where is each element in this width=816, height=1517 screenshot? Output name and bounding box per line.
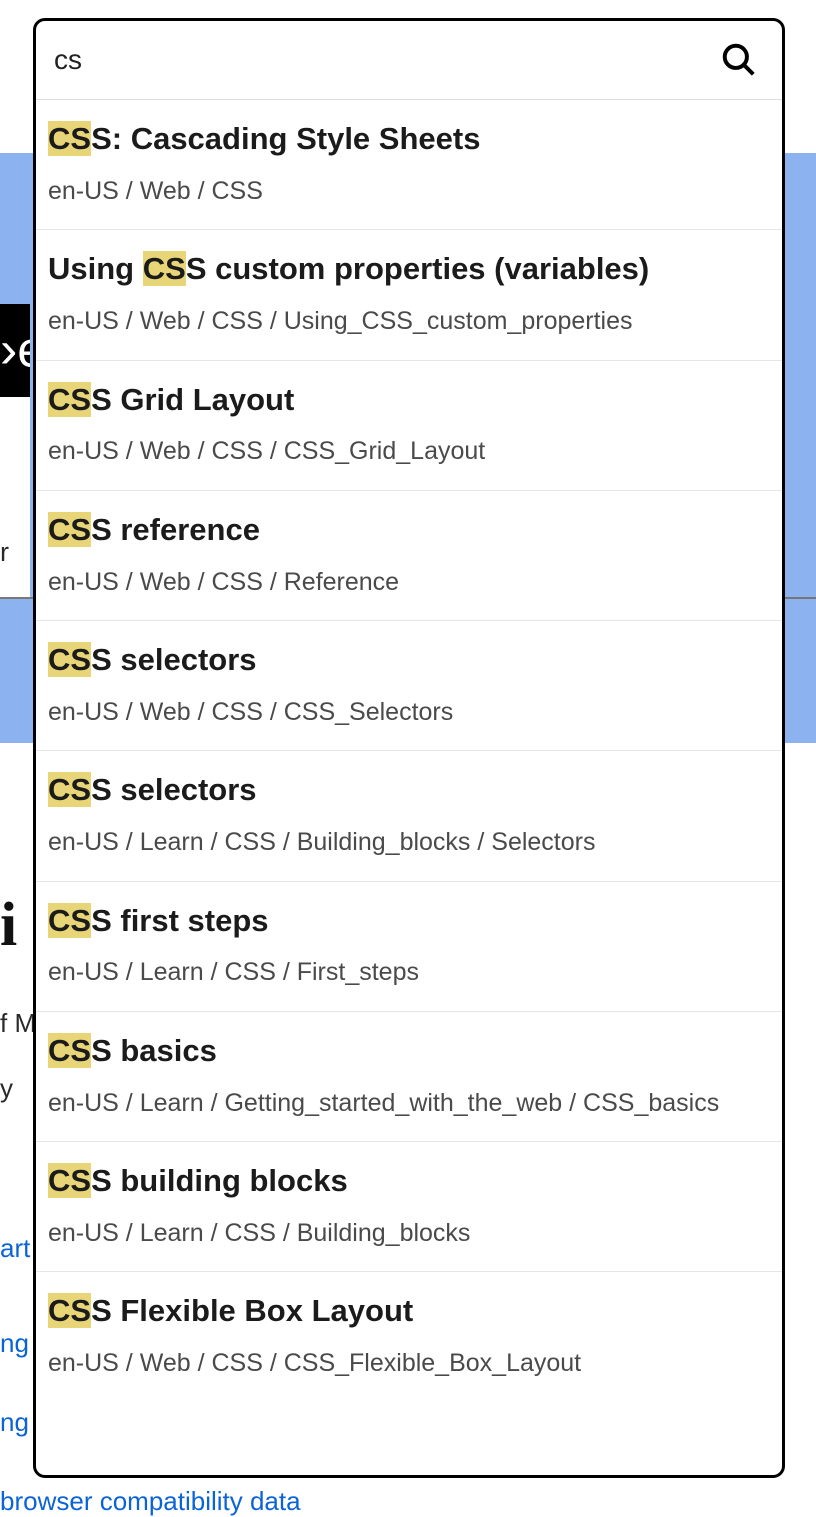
search-result-path: en-US / Learn / CSS / Building_blocks	[48, 1217, 770, 1250]
search-result-item[interactable]: CSS selectors en-US / Web / CSS / CSS_Sel…	[36, 621, 782, 751]
search-result-title-suffix: S basics	[91, 1033, 217, 1068]
search-button[interactable]	[718, 39, 760, 81]
search-result-title-suffix: S custom properties (variables)	[186, 251, 649, 286]
search-result-title-suffix: S selectors	[91, 642, 256, 677]
search-result-highlight: CS	[48, 903, 91, 938]
search-result-title: CSS selectors	[48, 771, 770, 810]
search-result-highlight: CS	[48, 642, 91, 677]
search-result-highlight: CS	[48, 1293, 91, 1328]
bg-link-art[interactable]: art	[0, 1233, 33, 1264]
search-result-title: CSS basics	[48, 1032, 770, 1071]
search-input[interactable]	[54, 44, 718, 76]
search-result-path: en-US / Learn / CSS / Building_blocks / …	[48, 826, 770, 859]
search-results-list: CSS: Cascading Style Sheetsen-US / Web /…	[36, 100, 782, 1475]
search-bar	[36, 21, 782, 100]
search-result-title: CSS selectors	[48, 641, 770, 680]
bg-link-ng1[interactable]: ng	[0, 1328, 33, 1359]
search-result-item[interactable]: CSS basics en-US / Learn / Getting_starte…	[36, 1012, 782, 1142]
search-result-item[interactable]: Using CSS custom properties (variables) e…	[36, 230, 782, 360]
search-result-title-prefix: Using	[48, 251, 143, 286]
search-result-title: CSS Flexible Box Layout	[48, 1292, 770, 1331]
search-result-path: en-US / Web / CSS / Using_CSS_custom_pro…	[48, 305, 770, 338]
search-result-title: CSS building blocks	[48, 1162, 770, 1201]
search-result-path: en-US / Learn / Getting_started_with_the…	[48, 1087, 770, 1120]
bg-link-browser[interactable]: browser compatibility data	[0, 1486, 301, 1517]
search-result-title-suffix: S: Cascading Style Sheets	[91, 121, 480, 156]
search-result-path: en-US / Web / CSS / CSS_Flexible_Box_Lay…	[48, 1347, 770, 1380]
bg-text-r: r	[0, 537, 33, 568]
search-result-item[interactable]: CSS Flexible Box Layout en-US / Web / CSS…	[36, 1272, 782, 1401]
search-result-title-suffix: S reference	[91, 512, 260, 547]
search-result-title: CSS: Cascading Style Sheets	[48, 120, 770, 159]
search-result-title: CSS first steps	[48, 902, 770, 941]
bg-link-ng2[interactable]: ng	[0, 1407, 33, 1438]
search-result-item[interactable]: CSS: Cascading Style Sheets en-US / Web /…	[36, 100, 782, 230]
bg-heading-fragment: i	[0, 890, 33, 961]
bg-text-y: y	[0, 1073, 33, 1104]
search-result-title-suffix: S first steps	[91, 903, 268, 938]
search-result-highlight: CS	[48, 1033, 91, 1068]
search-result-path: en-US / Web / CSS / CSS_Selectors	[48, 696, 770, 729]
search-result-highlight: CS	[48, 1163, 91, 1198]
bg-logo-fragment: ›ϵ	[0, 304, 30, 397]
search-result-title: CSS Grid Layout	[48, 381, 770, 420]
search-result-path: en-US / Learn / CSS / First_steps	[48, 956, 770, 989]
search-result-title-suffix: S Grid Layout	[91, 382, 294, 417]
search-dropdown-panel: CSS: Cascading Style Sheetsen-US / Web /…	[33, 18, 785, 1478]
search-result-title-suffix: S building blocks	[91, 1163, 348, 1198]
search-result-item[interactable]: CSS first steps en-US / Learn / CSS / Fir…	[36, 882, 782, 1012]
search-result-highlight: CS	[48, 772, 91, 807]
search-result-path: en-US / Web / CSS	[48, 175, 770, 208]
search-result-title: Using CSS custom properties (variables)	[48, 250, 770, 289]
search-icon	[720, 41, 758, 79]
search-result-highlight: CS	[48, 121, 91, 156]
search-result-title-suffix: S Flexible Box Layout	[91, 1293, 413, 1328]
search-result-highlight: CS	[143, 251, 186, 286]
search-result-item[interactable]: CSS selectors en-US / Learn / CSS / Build…	[36, 751, 782, 881]
search-result-title-suffix: S selectors	[91, 772, 256, 807]
search-result-highlight: CS	[48, 382, 91, 417]
search-result-item[interactable]: CSS building blocks en-US / Learn / CSS /…	[36, 1142, 782, 1272]
bg-text-f: f M	[0, 1008, 33, 1039]
search-result-item[interactable]: CSS reference en-US / Web / CSS / Referen…	[36, 491, 782, 621]
search-result-item[interactable]: CSS Grid Layout en-US / Web / CSS / CSS_G…	[36, 361, 782, 491]
search-result-path: en-US / Web / CSS / Reference	[48, 566, 770, 599]
search-result-title: CSS reference	[48, 511, 770, 550]
search-result-path: en-US / Web / CSS / CSS_Grid_Layout	[48, 435, 770, 468]
search-result-highlight: CS	[48, 512, 91, 547]
